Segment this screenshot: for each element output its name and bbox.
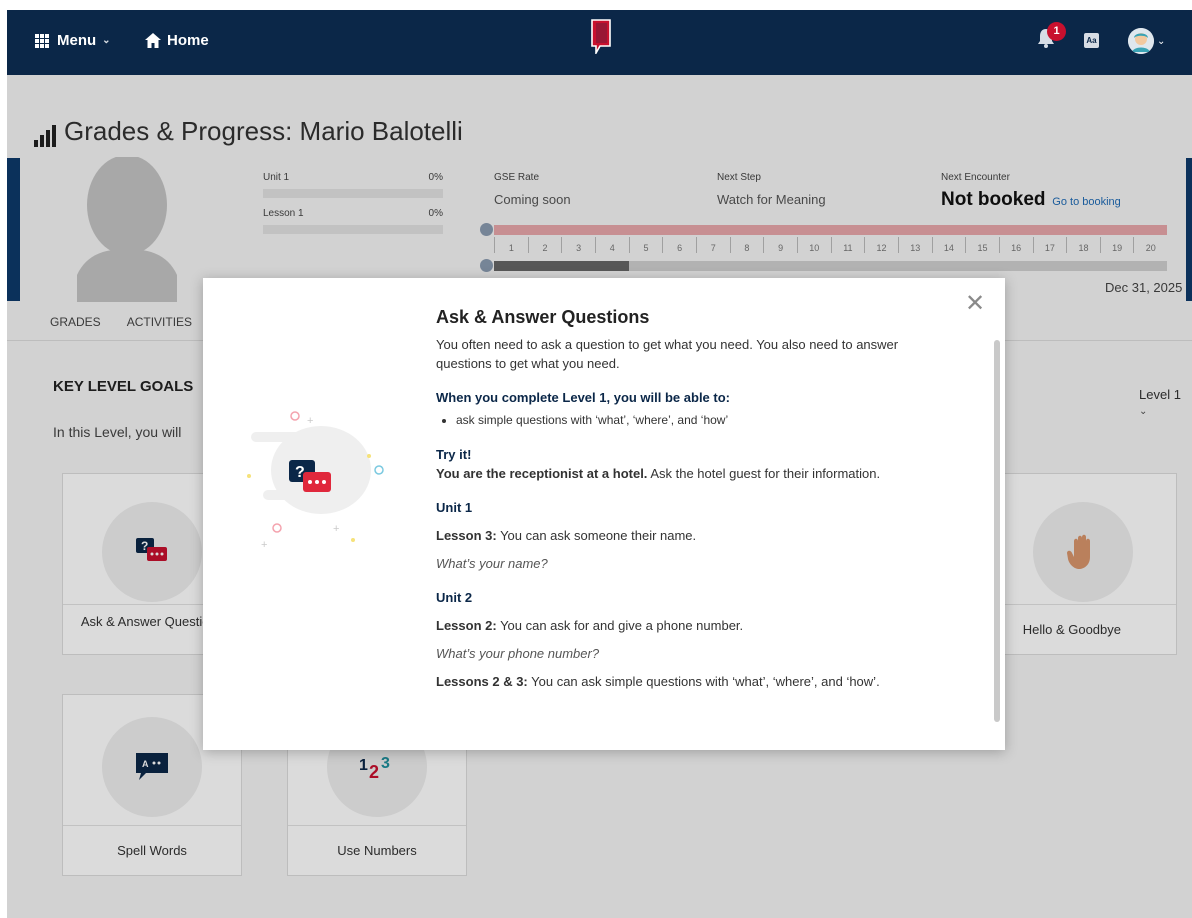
chat-question-icon: ? + + + [241,402,391,557]
try-heading: Try it! [436,447,472,462]
home-label: Home [167,32,209,49]
lesson-bold: Lesson 2: [436,618,497,633]
lesson-text: You can ask for and give a phone number. [496,618,744,633]
modal-body: Ask & Answer Questions You often need to… [436,308,956,691]
unit2-example: What’s your phone number? [436,646,600,661]
svg-text:+: + [307,415,313,427]
modal-scrollbar[interactable] [994,340,1000,722]
unit2-lesson: Lesson 2: You can ask for and give a pho… [436,616,956,635]
lessons-text: You can ask simple questions with ‘what’… [527,674,880,689]
unit1-heading: Unit 1 [436,500,473,515]
svg-text:+: + [333,523,339,535]
lesson-text: You can ask someone their name. [496,528,697,543]
try-rest: Ask the hotel guest for their informatio… [647,466,881,481]
try-text: You are the receptionist at a hotel. Ask… [436,464,956,483]
unit2-heading: Unit 2 [436,590,473,605]
menu-label: Menu [57,32,97,49]
modal-title: Ask & Answer Questions [436,307,650,327]
home-button[interactable]: Home [145,32,209,49]
try-bold: You are the receptionist at a hotel. [436,466,648,481]
unit2-lessons: Lessons 2 & 3: You can ask simple questi… [436,672,956,691]
app-frame: Menu ⌄ Home 1 Aa ⌄ Grades & Progress: Ma… [7,10,1192,918]
lesson-bold: Lesson 3: [436,528,497,543]
complete-heading: When you complete Level 1, you will be a… [436,390,730,405]
menu-button[interactable]: Menu ⌄ [35,32,111,49]
avatar-icon [1128,28,1154,54]
grid-icon [35,33,51,48]
chevron-down-icon: ⌄ [102,35,111,46]
lessons-bold: Lessons 2 & 3: [436,674,528,689]
goal-list: ask simple questions with ‘what’, ‘where… [456,411,956,430]
notification-badge[interactable]: 1 [1047,22,1066,41]
avatar[interactable] [1128,28,1154,54]
unit1-lesson: Lesson 3: You can ask someone their name… [436,526,956,545]
unit1-example: What’s your name? [436,556,548,571]
logo-icon[interactable] [591,18,611,59]
goal-detail-modal: ✕ ? + + + Ask & Answer Questions You oft… [203,278,1005,750]
top-nav: Menu ⌄ Home 1 Aa ⌄ [7,10,1192,75]
goal-list-item: ask simple questions with ‘what’, ‘where… [456,411,956,430]
font-size-button[interactable]: Aa [1084,33,1099,48]
svg-text:+: + [261,539,267,551]
chevron-down-icon[interactable]: ⌄ [1157,36,1165,47]
home-icon [145,33,161,48]
modal-intro: You often need to ask a question to get … [436,337,899,371]
close-icon[interactable]: ✕ [965,292,985,316]
